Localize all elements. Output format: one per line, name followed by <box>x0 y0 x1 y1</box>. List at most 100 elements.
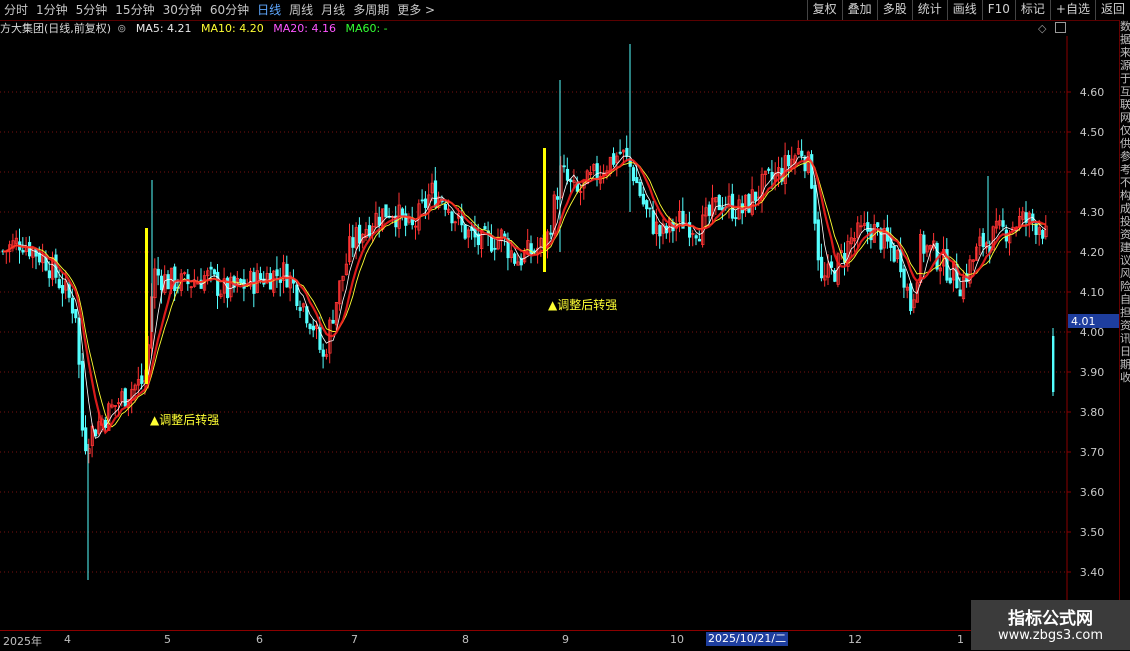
side-strip-char: 风 <box>1120 267 1130 280</box>
signal-label: ▲调整后转强 <box>548 297 617 312</box>
time-label: 4 <box>64 633 71 646</box>
candle-body <box>549 232 553 235</box>
candle-body <box>80 360 84 431</box>
period-tab[interactable]: 分时 <box>0 0 32 20</box>
back-button[interactable]: 返回 <box>1094 0 1130 20</box>
candle-body <box>278 279 283 283</box>
candle-body <box>84 427 88 452</box>
candle-body <box>948 277 952 284</box>
period-tab-daily[interactable]: 日线 <box>253 0 285 20</box>
signal-texts: ▲调整后转强 ▲调整后转强 <box>150 297 617 427</box>
price-label: 3.50 <box>1080 526 1105 539</box>
candle-body <box>595 163 599 180</box>
time-label: 1 <box>957 633 964 646</box>
multi-stock-button[interactable]: 多股 <box>876 0 912 20</box>
period-tab[interactable]: 5分钟 <box>72 0 112 20</box>
candle-body <box>625 147 629 157</box>
candle-body <box>820 256 824 279</box>
candle-body <box>351 237 355 248</box>
candle-body <box>876 222 880 228</box>
overlay-button[interactable]: 叠加 <box>841 0 877 20</box>
price-label: 4.40 <box>1080 166 1105 179</box>
current-price-tag: 4.01 <box>1068 314 1120 328</box>
price-label: 4.20 <box>1080 246 1105 259</box>
period-tab[interactable]: 15分钟 <box>111 0 158 20</box>
period-tabs: 分时 1分钟 5分钟 15分钟 30分钟 60分钟 日线 周线 月线 多周期 更… <box>0 0 439 20</box>
candle-body <box>635 177 639 184</box>
candle-body <box>420 199 424 202</box>
candle-body <box>173 266 177 291</box>
side-strip-char: 日 <box>1120 345 1130 358</box>
f10-button[interactable]: F10 <box>981 0 1015 20</box>
candle-body <box>800 150 804 157</box>
time-label: 10 <box>670 633 684 646</box>
adjust-button[interactable]: 复权 <box>806 0 842 20</box>
side-strip-char: 构 <box>1120 189 1130 202</box>
side-strip-char: 资 <box>1120 228 1130 241</box>
candle-body <box>377 216 382 226</box>
candle-body <box>981 232 985 248</box>
period-tab[interactable]: 月线 <box>317 0 349 20</box>
side-strip-char: 供 <box>1120 137 1130 150</box>
candle-body <box>443 203 448 210</box>
candle-body <box>638 181 642 196</box>
candle-body <box>734 217 738 220</box>
candle-body <box>641 193 646 205</box>
time-label: 2025年 <box>3 635 42 648</box>
price-label: 4.50 <box>1080 126 1105 139</box>
candle-body <box>463 224 467 239</box>
signal-label: ▲调整后转强 <box>150 412 219 427</box>
time-label: 7 <box>351 633 358 646</box>
kline-chart[interactable]: 4.604.504.404.304.204.104.003.903.803.70… <box>0 20 1130 630</box>
period-tab[interactable]: 60分钟 <box>206 0 253 20</box>
candle-body <box>357 224 362 244</box>
period-tab[interactable]: 周线 <box>285 0 317 20</box>
price-label: 3.80 <box>1080 406 1105 419</box>
candle-body <box>902 268 906 288</box>
add-watchlist-button[interactable]: +自选 <box>1049 0 1095 20</box>
candle-body <box>648 207 652 210</box>
candle-body <box>166 274 170 290</box>
candle-body <box>331 319 335 324</box>
period-tab[interactable]: 1分钟 <box>32 0 72 20</box>
draw-line-button[interactable]: 画线 <box>946 0 982 20</box>
period-tab[interactable]: 30分钟 <box>159 0 206 20</box>
side-strip-char: 议 <box>1120 254 1130 267</box>
candle-body <box>311 325 316 331</box>
candle-body <box>892 245 896 262</box>
side-strip-char: 仅 <box>1120 124 1130 137</box>
candle-body <box>433 180 438 208</box>
side-strip-char: 资 <box>1120 319 1130 332</box>
mark-button[interactable]: 标记 <box>1014 0 1050 20</box>
side-strip-char: 网 <box>1120 111 1130 124</box>
candle-body <box>450 211 454 224</box>
price-tag-text: 4.01 <box>1071 315 1096 328</box>
candle-body <box>123 388 127 407</box>
price-label: 3.70 <box>1080 446 1105 459</box>
price-axis: 4.604.504.404.304.204.104.003.903.803.70… <box>1067 86 1104 579</box>
price-label: 4.60 <box>1080 86 1105 99</box>
side-strip-char: 参 <box>1120 150 1130 163</box>
statistics-button[interactable]: 统计 <box>911 0 947 20</box>
price-label: 3.40 <box>1080 566 1105 579</box>
side-strip-char: 建 <box>1120 241 1130 254</box>
candle-body <box>70 297 75 314</box>
more-periods-menu[interactable]: 更多 > <box>393 0 439 20</box>
time-label: 5 <box>164 633 171 646</box>
candle-body <box>909 283 913 312</box>
trend-line <box>2 156 1047 435</box>
period-tab[interactable]: 多周期 <box>349 0 393 20</box>
candle-body <box>321 349 325 357</box>
side-strip-char: 投 <box>1120 215 1130 228</box>
candle-body <box>384 204 388 218</box>
candle-body <box>308 323 312 330</box>
price-label: 4.30 <box>1080 206 1105 219</box>
candle-body <box>697 238 702 242</box>
candle-body <box>423 198 428 208</box>
candle-body <box>658 225 662 237</box>
candle-body <box>1001 220 1005 227</box>
action-buttons: 复权 叠加 多股 统计 画线 F10 标记 +自选 返回 <box>806 0 1130 20</box>
candle-body <box>61 285 65 294</box>
candle-body <box>483 226 487 230</box>
side-strip-char: 考 <box>1120 163 1130 176</box>
